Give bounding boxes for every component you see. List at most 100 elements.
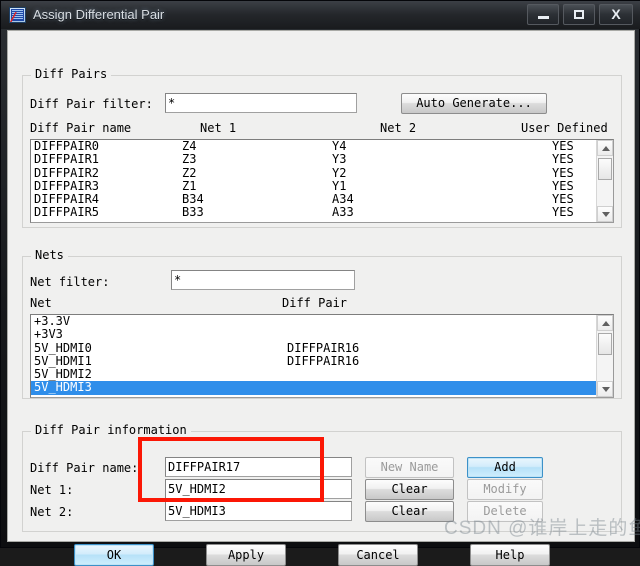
diff-pair-filter-label: Diff Pair filter: (30, 97, 153, 111)
cell-net2: Y3 (332, 152, 347, 167)
minimize-icon (537, 16, 549, 20)
diff-pair-row[interactable]: DIFFPAIR5 B33 A33 YES (31, 205, 596, 220)
net-row[interactable]: 5V_HDMI2 (31, 367, 596, 382)
col-net-2: Net 2 (380, 121, 417, 135)
diff-pairs-legend: Diff Pairs (31, 68, 112, 81)
net-row[interactable]: +3.3V (31, 315, 596, 328)
cancel-button[interactable]: Cancel (338, 544, 418, 566)
nets-column-headers: Net Diff Pair (30, 296, 347, 310)
cell-net2: A33 (332, 205, 354, 220)
cell-name: DIFFPAIR4 (34, 192, 100, 207)
cell-user-defined: YES (552, 165, 574, 180)
diff-pair-row[interactable]: DIFFPAIR4 B34 A34 YES (31, 192, 596, 207)
cell-net2: Y1 (332, 178, 347, 193)
net-filter-label: Net filter: (30, 275, 110, 289)
help-button[interactable]: Help (470, 544, 550, 566)
net-1-label: Net 1: (30, 483, 74, 497)
nets-listbox[interactable]: +3.3V +3V3 5V_HDMI0 DIFFPAIR16 5V_HDMI1 DIFFP… (30, 314, 614, 398)
net-2-input[interactable] (165, 501, 352, 521)
modify-button[interactable]: Modify (467, 479, 543, 500)
scroll-down-button[interactable] (597, 381, 613, 397)
cell-diff-pair: DIFFPAIR16 (287, 340, 360, 355)
scroll-up-button[interactable] (597, 315, 613, 331)
chevron-down-icon (602, 387, 610, 392)
diff-pairs-column-headers: Diff Pair name Net 1 Net 2 User Defined (30, 121, 608, 135)
cell-net: 5V_HDMI3 (34, 380, 92, 395)
col-diff-pair-name: Diff Pair name (30, 121, 132, 135)
chevron-up-icon (602, 321, 610, 326)
clear-net-2-button[interactable]: Clear (365, 501, 454, 522)
col-user-defined: User Defined (521, 121, 608, 135)
cell-net2: Y4 (332, 139, 347, 153)
cell-net2: A34 (332, 192, 354, 207)
scroll-thumb[interactable] (598, 333, 612, 355)
cell-net1: Z4 (182, 139, 197, 153)
cell-user-defined: YES (552, 178, 574, 193)
diff-pair-row[interactable]: DIFFPAIR3 Z1 Y1 YES (31, 178, 596, 193)
net-row[interactable]: 5V_HDMI0 DIFFPAIR16 (31, 340, 596, 355)
net-1-input[interactable] (165, 479, 352, 499)
cell-net: 5V_HDMI2 (34, 367, 92, 382)
chevron-down-icon (602, 212, 610, 217)
diff-pairs-scrollbar[interactable] (596, 140, 613, 222)
chevron-up-icon (602, 146, 610, 151)
dialog-client-area: Diff Pairs Diff Pair filter: Auto Genera… (7, 30, 635, 566)
diff-pair-row[interactable]: DIFFPAIR2 Z2 Y2 YES (31, 165, 596, 180)
diff-pair-name-input[interactable] (165, 457, 352, 477)
diff-pair-row[interactable]: DIFFPAIR0 Z4 Y4 YES (31, 140, 596, 153)
cell-net1: Z2 (182, 165, 197, 180)
col-net: Net (30, 296, 52, 310)
close-button[interactable]: X (599, 4, 633, 25)
dialog-window: / Assign Differential Pair X Diff Pairs … (0, 0, 640, 566)
maximize-button[interactable] (563, 4, 595, 25)
add-button[interactable]: Add (467, 457, 543, 478)
diff-pair-row[interactable]: DIFFPAIR1 Z3 Y3 YES (31, 152, 596, 167)
cell-net: 5V_HDMI0 (34, 340, 92, 355)
diff-pairs-rows[interactable]: DIFFPAIR0 Z4 Y4 YES DIFFPAIR1 Z3 Y3 YES DIFFPAIR… (31, 140, 596, 220)
cell-user-defined: YES (552, 205, 574, 220)
cell-name: DIFFPAIR5 (34, 205, 100, 220)
cell-net1: B33 (182, 205, 204, 220)
cell-net: 5V_HDMI1 (34, 353, 92, 368)
title-bar[interactable]: / Assign Differential Pair X (1, 1, 640, 29)
net-2-label: Net 2: (30, 505, 74, 519)
col-diff-pair: Diff Pair (282, 296, 348, 310)
cell-diff-pair: DIFFPAIR16 (287, 353, 360, 368)
clear-net-1-button[interactable]: Clear (365, 479, 454, 500)
net-row[interactable]: +3V3 (31, 327, 596, 342)
minimize-button[interactable] (527, 4, 559, 25)
cell-net1: B34 (182, 192, 204, 207)
diff-pair-name-label: Diff Pair name: (30, 461, 139, 475)
scroll-down-button[interactable] (597, 206, 613, 222)
cell-name: DIFFPAIR2 (34, 165, 100, 180)
apply-button[interactable]: Apply (206, 544, 286, 566)
nets-scrollbar[interactable] (596, 315, 613, 397)
cell-user-defined: YES (552, 192, 574, 207)
diff-pair-filter-input[interactable] (165, 93, 357, 113)
net-filter-input[interactable] (171, 270, 355, 290)
cell-name: DIFFPAIR1 (34, 152, 100, 167)
col-net-1: Net 1 (200, 121, 237, 135)
window-title: Assign Differential Pair (33, 7, 165, 22)
new-name-button[interactable]: New Name (365, 457, 454, 478)
scroll-up-button[interactable] (597, 140, 613, 156)
cell-net1: Z3 (182, 152, 197, 167)
cell-net1: Z1 (182, 178, 197, 193)
diff-pairs-listbox[interactable]: DIFFPAIR0 Z4 Y4 YES DIFFPAIR1 Z3 Y3 YES DIFFPAIR… (30, 139, 614, 223)
nets-legend: Nets (31, 249, 68, 262)
nets-rows[interactable]: +3.3V +3V3 5V_HDMI0 DIFFPAIR16 5V_HDMI1 DIFFP… (31, 315, 596, 395)
net-row[interactable]: 5V_HDMI1 DIFFPAIR16 (31, 353, 596, 368)
net-row[interactable]: 5V_HDMI3 (31, 380, 596, 395)
cell-net: +3.3V (34, 314, 71, 328)
diff-pair-information-legend: Diff Pair information (31, 424, 191, 437)
cell-user-defined: YES (552, 139, 574, 153)
app-icon: / (9, 7, 26, 23)
cell-net: +3V3 (34, 327, 63, 342)
ok-button[interactable]: OK (74, 544, 154, 566)
csdn-watermark: CSDN @谁岸上走的鱼 (444, 518, 640, 539)
scroll-thumb[interactable] (598, 158, 612, 180)
auto-generate-button[interactable]: Auto Generate... (401, 93, 547, 114)
restore-icon (574, 9, 584, 19)
cell-net2: Y2 (332, 165, 347, 180)
cell-name: DIFFPAIR0 (34, 139, 100, 153)
